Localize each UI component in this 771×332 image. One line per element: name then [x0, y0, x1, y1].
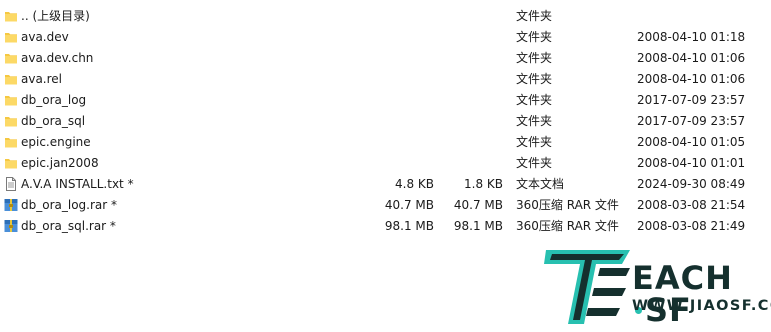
- file-row[interactable]: A.V.A INSTALL.txt * 4.8 KB 1.8 KB 文本文档 2024-…: [0, 174, 771, 195]
- folder-icon: [4, 9, 18, 23]
- file-modified-date: 2024-09-30 08:49: [637, 177, 746, 191]
- folder-icon: [4, 72, 18, 86]
- file-row[interactable]: epic.jan2008 文件夹 2008-04-10 01:01: [0, 153, 771, 174]
- file-type: 文件夹: [516, 51, 553, 65]
- file-packed-size: 1.8 KB: [464, 177, 503, 191]
- file-type: 文件夹: [516, 9, 553, 23]
- file-type: 360压缩 RAR 文件: [516, 198, 619, 212]
- file-name: db_ora_sql.rar *: [21, 219, 116, 233]
- file-name: ava.rel: [21, 72, 63, 86]
- logo-brand-text: EACHSF: [632, 259, 733, 329]
- folder-icon: [4, 30, 18, 44]
- file-size: 4.8 KB: [395, 177, 434, 191]
- file-row[interactable]: db_ora_log 文件夹 2017-07-09 23:57: [0, 90, 771, 111]
- file-type: 文件夹: [516, 114, 553, 128]
- file-modified-date: 2008-03-08 21:49: [637, 219, 746, 233]
- file-row[interactable]: .. (上级目录) 文件夹: [0, 6, 771, 27]
- file-type: 文件夹: [516, 30, 553, 44]
- folder-icon: [4, 114, 18, 128]
- file-modified-date: 2008-03-08 21:54: [637, 198, 746, 212]
- file-size: 40.7 MB: [384, 198, 434, 212]
- file-row[interactable]: epic.engine 文件夹 2008-04-10 01:05: [0, 132, 771, 153]
- file-modified-date: 2008-04-10 01:06: [637, 72, 746, 86]
- file-row[interactable]: db_ora_log.rar * 40.7 MB 40.7 MB 360压缩 RAR …: [0, 195, 771, 216]
- file-list: .. (上级目录) 文件夹 ava.dev 文件夹 2008-04-10 01:18 av…: [0, 6, 771, 237]
- file-type: 360压缩 RAR 文件: [516, 219, 619, 233]
- file-type: 文件夹: [516, 135, 553, 149]
- file-name: db_ora_log: [21, 93, 87, 107]
- file-name: db_ora_sql: [21, 114, 86, 128]
- file-row[interactable]: ava.dev 文件夹 2008-04-10 01:18: [0, 27, 771, 48]
- file-name: ava.dev: [21, 30, 69, 44]
- folder-icon: [4, 135, 18, 149]
- file-modified-date: 2008-04-10 01:18: [637, 30, 746, 44]
- file-packed-size: 40.7 MB: [453, 198, 503, 212]
- file-row[interactable]: db_ora_sql 文件夹 2017-07-09 23:57: [0, 111, 771, 132]
- file-modified-date: 2017-07-09 23:57: [637, 114, 746, 128]
- rar-archive-icon: [4, 198, 18, 212]
- watermark-logo: EACHSF WWW.JIAOSF.COM: [544, 244, 771, 329]
- file-name: epic.jan2008: [21, 156, 99, 170]
- file-row[interactable]: db_ora_sql.rar * 98.1 MB 98.1 MB 360压缩 RAR …: [0, 216, 771, 237]
- file-size: 98.1 MB: [384, 219, 434, 233]
- file-row[interactable]: ava.rel 文件夹 2008-04-10 01:06: [0, 69, 771, 90]
- file-name: ava.dev.chn: [21, 51, 94, 65]
- rar-archive-icon: [4, 219, 18, 233]
- file-type: 文件夹: [516, 156, 553, 170]
- logo-url: WWW.JIAOSF.COM: [632, 298, 771, 314]
- folder-icon: [4, 51, 18, 65]
- folder-icon: [4, 156, 18, 170]
- file-packed-size: 98.1 MB: [453, 219, 503, 233]
- file-name: db_ora_log.rar *: [21, 198, 118, 212]
- teach-logo-icon: [544, 250, 630, 324]
- file-modified-date: 2008-04-10 01:01: [637, 156, 746, 170]
- file-type: 文本文档: [516, 177, 565, 191]
- file-name: .. (上级目录): [21, 9, 90, 23]
- file-modified-date: 2008-04-10 01:06: [637, 51, 746, 65]
- file-row[interactable]: ava.dev.chn 文件夹 2008-04-10 01:06: [0, 48, 771, 69]
- text-file-icon: [4, 177, 18, 191]
- file-type: 文件夹: [516, 93, 553, 107]
- file-name: A.V.A INSTALL.txt *: [21, 177, 134, 191]
- file-type: 文件夹: [516, 72, 553, 86]
- file-modified-date: 2017-07-09 23:57: [637, 93, 746, 107]
- folder-icon: [4, 93, 18, 107]
- file-modified-date: 2008-04-10 01:05: [637, 135, 746, 149]
- file-name: epic.engine: [21, 135, 91, 149]
